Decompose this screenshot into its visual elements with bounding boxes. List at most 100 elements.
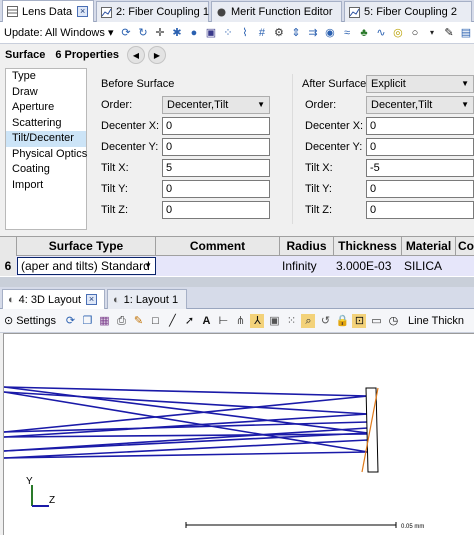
pencil-icon[interactable]: ✎ [131,314,145,328]
refresh-icon[interactable]: ⟳ [119,26,133,40]
copy-icon[interactable]: ❐ [80,314,94,328]
category-draw[interactable]: Draw [6,85,86,101]
header-coating[interactable]: Co [456,237,474,256]
gear-icon[interactable]: ⚙ [272,26,286,40]
after-decenter-x-input[interactable]: 0 [366,117,474,135]
sphere-icon[interactable]: ◉ [323,26,337,40]
cell-radius[interactable]: Infinity [282,256,334,276]
before-decenter-y-input[interactable]: 0 [162,138,270,156]
crosshair-icon[interactable]: ✛ [153,26,167,40]
before-tilt-y-label: Tilt Y: [101,183,128,195]
chevron-down-icon: ▼ [257,100,265,109]
tab-fiber-coupling-2[interactable]: 5: Fiber Coupling 2 [344,1,472,22]
text-icon[interactable]: A [199,314,213,328]
header-thickness[interactable]: Thickness [334,237,402,256]
before-tilt-y-input[interactable]: 0 [162,180,270,198]
layout-toolbar: ⊙ Settings ⟳ ❐ ▦ ⎙ ✎ □ ╱ ➚ A ⊢ ⋔ ⅄ ▣ ⁙ ⌕ … [0,309,474,333]
dots-icon[interactable]: ⁙ [284,314,298,328]
refresh-icon[interactable]: ⟳ [63,314,77,328]
globe-icon[interactable]: ● [187,26,201,40]
chevron-down-circle-icon: ⊙ [4,315,14,327]
arrow-icon[interactable]: ➚ [182,314,196,328]
after-decenter-y-label: Decenter Y: [305,141,363,153]
dropdown-icon[interactable]: ▾ [425,26,439,40]
cell-thickness[interactable]: 3.000E-03 [336,256,402,276]
lens-icon: ◐ [113,293,120,306]
wave-diff-icon[interactable]: ∿ [374,26,388,40]
settings-icon[interactable]: ✱ [170,26,184,40]
surface-type-select[interactable]: (aper and tilts) Standard ▼ [17,257,156,275]
before-tilt-z-input[interactable]: 0 [162,201,270,219]
lens-data-toolbar: Update: All Windows ▾ ⟳ ↻ ✛ ✱ ● ▣ ⁘ ⌇ # … [0,22,474,44]
category-physical-optics[interactable]: Physical Optics [6,147,87,163]
rays-icon[interactable]: ⇉ [306,26,320,40]
image-icon[interactable]: ▣ [267,314,281,328]
circle-icon[interactable]: ○ [408,26,422,40]
tab-label: 5: Fiber Coupling 2 [364,6,457,18]
rotate-icon[interactable]: ↺ [318,314,332,328]
surface-properties-header: Surface 6 Properties ◀ ▶ [0,44,474,66]
cell-material[interactable]: SILICA [404,256,456,276]
after-surface-mode-select[interactable]: Explicit ▼ [366,75,474,93]
header-comment[interactable]: Comment [156,237,280,256]
rays-icon[interactable]: ⋔ [233,314,247,328]
category-import[interactable]: Import [6,178,86,194]
wave-icon[interactable]: ≈ [340,26,354,40]
close-icon[interactable]: × [77,6,89,17]
category-scattering[interactable]: Scattering [6,116,86,132]
header-material[interactable]: Material [402,237,456,256]
chart-icon[interactable]: ▤ [459,26,473,40]
dimension-icon[interactable]: ⊢ [216,314,230,328]
3d-layout-plot[interactable]: 0.05 mm Y Z [3,333,474,535]
lens-icon[interactable]: ⌇ [238,26,252,40]
fit-icon[interactable]: ⊡ [352,313,367,328]
stop-icon[interactable]: ◎ [391,26,405,40]
image-icon[interactable]: ▣ [204,26,218,40]
lock-icon[interactable]: 🔒 [335,314,350,328]
settings-button[interactable]: ⊙ Settings [4,314,56,328]
close-icon[interactable]: × [86,294,98,305]
tab-lens-data[interactable]: Lens Data × [2,0,94,22]
after-tilt-y-input[interactable]: 0 [366,180,474,198]
split-icon[interactable]: ⇕ [289,26,303,40]
before-tilt-x-input[interactable]: 5 [162,159,270,177]
grid-icon[interactable]: # [255,26,269,40]
plot-icon [349,6,360,18]
axis-y-label: Y [26,476,33,487]
leaf-icon[interactable]: ♣ [357,26,371,40]
category-tilt-decenter[interactable]: Tilt/Decenter [6,131,86,147]
header-radius[interactable]: Radius [280,237,334,256]
category-type[interactable]: Type [6,69,86,85]
save-icon[interactable]: ▦ [97,314,111,328]
print-icon[interactable]: ⎙ [114,314,128,328]
row-number[interactable]: 6 [0,256,16,276]
tab-3d-layout[interactable]: ◐ 4: 3D Layout × [2,289,105,309]
after-tilt-z-input[interactable]: 0 [366,201,474,219]
category-aperture[interactable]: Aperture [6,100,86,116]
category-coating[interactable]: Coating [6,162,86,178]
tab-fiber-coupling-1[interactable]: 2: Fiber Coupling 1 [96,1,209,22]
edit-icon[interactable]: ✎ [442,26,456,40]
before-order-select[interactable]: Decenter,Tilt ▼ [162,96,270,114]
circle-arrows-icon[interactable]: ↻ [136,26,150,40]
zoom-icon[interactable]: ⌕ [301,313,316,328]
scatter-icon[interactable]: ⁘ [221,26,235,40]
tab-merit-function-editor[interactable]: Merit Function Editor [211,1,342,22]
after-order-select[interactable]: Decenter,Tilt ▼ [366,96,474,114]
header-surface-type[interactable]: Surface Type [17,237,156,256]
window-divider[interactable] [0,277,474,287]
rectangle-icon[interactable]: □ [148,314,162,328]
axis-icon[interactable]: ⅄ [250,313,265,328]
window-icon[interactable]: ▭ [369,314,383,328]
after-tilt-x-input[interactable]: -5 [366,159,474,177]
before-decenter-x-input[interactable]: 0 [162,117,270,135]
next-surface-button[interactable]: ▶ [147,46,166,64]
tab-layout-1[interactable]: ◐ 1: Layout 1 [107,289,187,309]
line-icon[interactable]: ╱ [165,314,179,328]
before-tilt-z-label: Tilt Z: [101,204,129,216]
after-decenter-y-input[interactable]: 0 [366,138,474,156]
merit-function-icon [216,7,227,18]
previous-surface-button[interactable]: ◀ [126,46,145,64]
update-all-windows-dropdown[interactable]: Update: All Windows ▾ [4,26,113,39]
clock-icon[interactable]: ◷ [386,314,400,328]
